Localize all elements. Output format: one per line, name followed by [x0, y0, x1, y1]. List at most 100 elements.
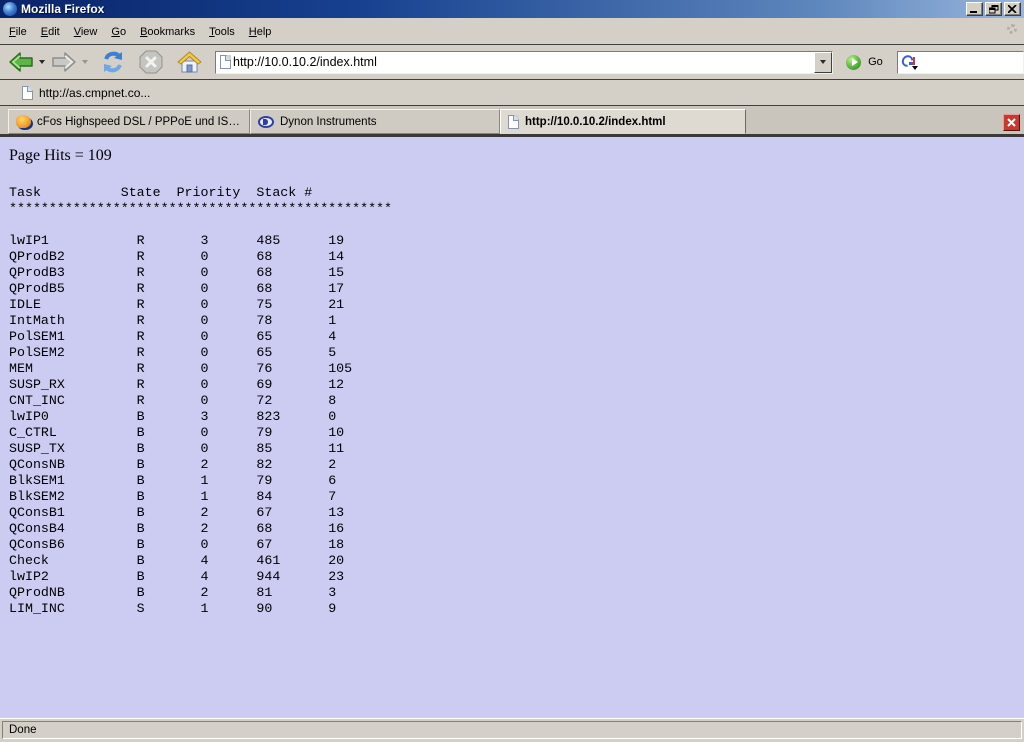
state-cell: R: [137, 297, 201, 312]
menu-go[interactable]: Go: [104, 22, 133, 42]
num-cell: 3: [328, 585, 336, 600]
state-cell: R: [137, 345, 201, 360]
priority-cell: 0: [201, 441, 257, 456]
url-dropdown-button[interactable]: [814, 52, 832, 73]
priority-cell: 4: [201, 569, 257, 584]
stack-cell: 72: [256, 393, 328, 408]
restore-button[interactable]: [985, 2, 1002, 16]
url-input[interactable]: [231, 55, 814, 69]
stack-cell: 65: [256, 345, 328, 360]
num-cell: 8: [328, 393, 336, 408]
page-icon: [220, 55, 231, 69]
num-cell: 1: [328, 313, 336, 328]
state-cell: B: [137, 409, 201, 424]
google-logo-icon[interactable]: [901, 54, 917, 70]
stack-cell: 944: [256, 569, 328, 584]
num-cell: 20: [328, 553, 344, 568]
table-row: QConsNB B 2 82 2: [9, 457, 1024, 473]
stack-cell: 68: [256, 281, 328, 296]
task-cell: BlkSEM2: [9, 489, 137, 504]
bookmark-label: http://as.cmpnet.co...: [39, 86, 150, 100]
priority-cell: 1: [201, 489, 257, 504]
num-cell: 17: [328, 281, 344, 296]
stack-cell: 823: [256, 409, 328, 424]
state-cell: R: [137, 249, 201, 264]
forward-arrow-icon: [51, 50, 77, 74]
table-row: LIM_INC S 1 90 9: [9, 601, 1024, 617]
close-icon: [1008, 5, 1017, 13]
tab-2[interactable]: Dynon Instruments: [250, 109, 500, 134]
task-cell: BlkSEM1: [9, 473, 137, 488]
close-tab-button[interactable]: [1003, 114, 1020, 131]
num-cell: 105: [328, 361, 352, 376]
back-dropdown-icon[interactable]: [39, 60, 45, 64]
task-cell: QConsB6: [9, 537, 137, 552]
tab-1[interactable]: cFos Highspeed DSL / PPPoE und ISDN CAP.…: [8, 109, 250, 134]
task-cell: C_CTRL: [9, 425, 137, 440]
table-row: IDLE R 0 75 21: [9, 297, 1024, 313]
forward-button[interactable]: [51, 50, 77, 74]
search-box[interactable]: [897, 51, 1024, 74]
priority-cell: 0: [201, 345, 257, 360]
stop-button[interactable]: [138, 49, 164, 75]
stack-cell: 485: [256, 233, 328, 248]
search-engine-dropdown-icon[interactable]: [912, 66, 918, 70]
num-cell: 7: [328, 489, 336, 504]
status-text: Done: [9, 724, 37, 736]
stack-cell: 82: [256, 457, 328, 472]
priority-cell: 2: [201, 521, 257, 536]
num-cell: 21: [328, 297, 344, 312]
home-button[interactable]: [176, 50, 203, 75]
num-cell: 14: [328, 249, 344, 264]
tab-3[interactable]: http://10.0.10.2/index.html: [500, 109, 746, 134]
num-cell: 10: [328, 425, 344, 440]
stack-cell: 68: [256, 521, 328, 536]
task-cell: QProdB2: [9, 249, 137, 264]
table-separator: ****************************************…: [9, 201, 1024, 217]
num-cell: 4: [328, 329, 336, 344]
task-cell: LIM_INC: [9, 601, 137, 616]
task-cell: SUSP_TX: [9, 441, 137, 456]
task-cell: Check: [9, 553, 137, 568]
menu-edit[interactable]: Edit: [34, 22, 67, 42]
go-icon: [846, 55, 861, 70]
state-cell: B: [137, 537, 201, 552]
table-row: QProdB3 R 0 68 15: [9, 265, 1024, 281]
state-cell: B: [137, 521, 201, 536]
throbber-icon: [1007, 24, 1017, 34]
forward-dropdown-icon[interactable]: [82, 60, 88, 64]
menu-bookmarks[interactable]: Bookmarks: [133, 22, 202, 42]
bookmark-item[interactable]: http://as.cmpnet.co...: [22, 86, 150, 100]
menu-view[interactable]: View: [67, 22, 105, 42]
table-row: SUSP_RX R 0 69 12: [9, 377, 1024, 393]
stack-cell: 76: [256, 361, 328, 376]
state-cell: B: [137, 569, 201, 584]
task-cell: CNT_INC: [9, 393, 137, 408]
back-button[interactable]: [8, 50, 34, 74]
go-button[interactable]: Go: [846, 55, 883, 70]
search-input[interactable]: [917, 54, 1023, 70]
menu-tools[interactable]: Tools: [202, 22, 242, 42]
table-row: CNT_INC R 0 72 8: [9, 393, 1024, 409]
tab-label: cFos Highspeed DSL / PPPoE und ISDN CAP.…: [37, 116, 242, 128]
reload-button[interactable]: [100, 49, 126, 75]
close-button[interactable]: [1004, 2, 1021, 16]
task-cell: IDLE: [9, 297, 137, 312]
menu-help[interactable]: Help: [242, 22, 279, 42]
task-cell: lwIP2: [9, 569, 137, 584]
task-cell: MEM: [9, 361, 137, 376]
task-cell: QProdB5: [9, 281, 137, 296]
priority-cell: 1: [201, 601, 257, 616]
url-bar[interactable]: [215, 51, 833, 74]
priority-cell: 2: [201, 505, 257, 520]
num-cell: 0: [328, 409, 336, 424]
page-content: Page Hits = 109 Task State Priority Stac…: [0, 137, 1024, 718]
task-cell: SUSP_RX: [9, 377, 137, 392]
state-cell: B: [137, 441, 201, 456]
tab-label: http://10.0.10.2/index.html: [525, 116, 666, 128]
stack-cell: 90: [256, 601, 328, 616]
minimize-button[interactable]: [966, 2, 983, 16]
num-cell: 19: [328, 233, 344, 248]
menu-file[interactable]: File: [2, 22, 34, 42]
state-cell: B: [137, 585, 201, 600]
